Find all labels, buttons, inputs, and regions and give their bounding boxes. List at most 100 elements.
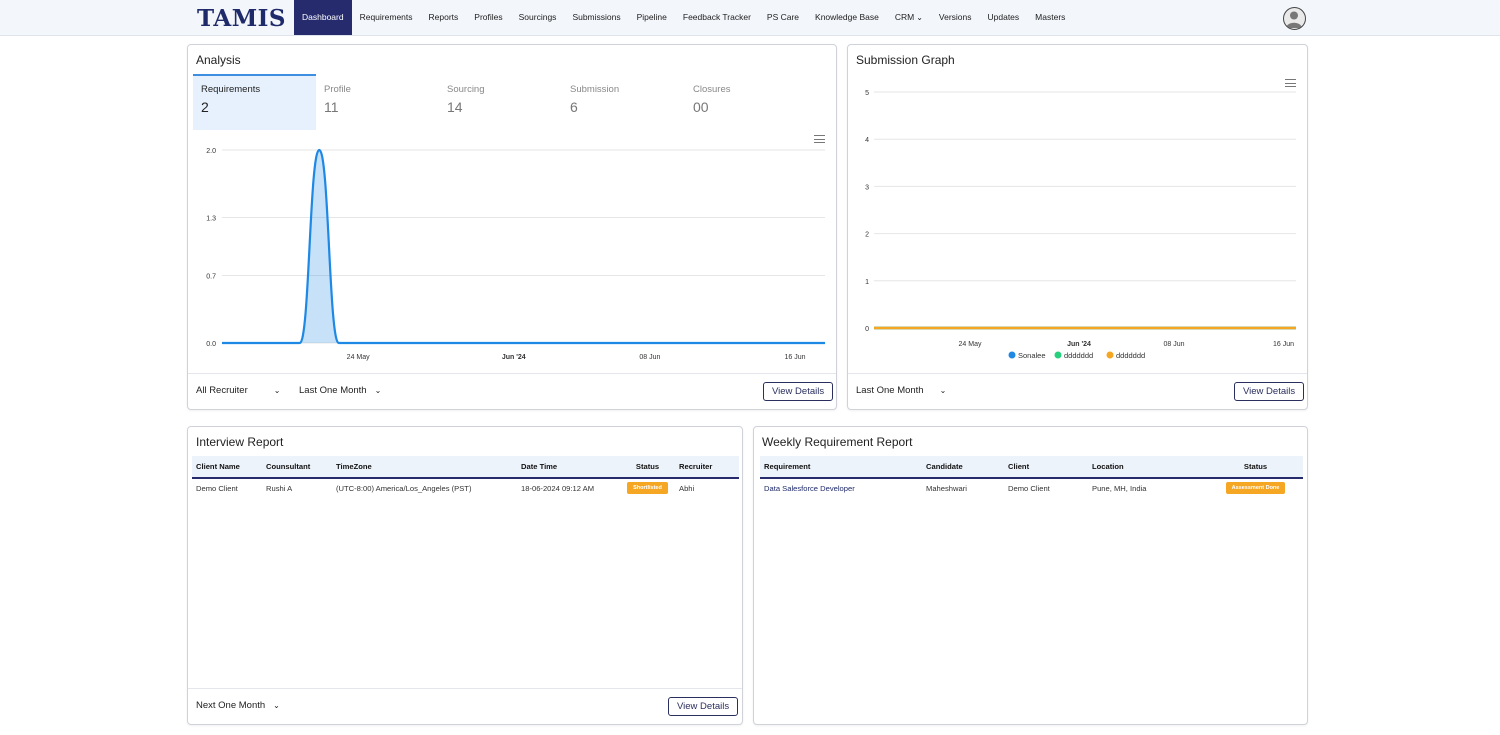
recruiter-select-value: All Recruiter — [196, 385, 248, 396]
nav-item-label: Pipeline — [636, 12, 667, 22]
brand-logo[interactable]: TAMIS — [197, 5, 286, 32]
nav-item-label: PS Care — [766, 12, 800, 22]
cell-candidate: Maheshwari — [926, 483, 967, 493]
nav-item-sourcings[interactable]: Sourcings — [511, 0, 565, 35]
nav-item-pipeline[interactable]: Pipeline — [629, 0, 675, 35]
cell-location: Pune, MH, India — [1092, 483, 1147, 493]
interview-table: Client Name Counsultant TimeZone Date Time S… — [192, 456, 739, 497]
column-header-date-time[interactable]: Date Time — [517, 456, 620, 479]
submission-view-details-button[interactable]: View Details — [1234, 382, 1305, 401]
nav-item-masters[interactable]: Masters — [1027, 0, 1073, 35]
status-badge: Shortlisted — [627, 482, 668, 494]
tab-submission[interactable]: Submission 6 — [562, 74, 685, 130]
column-header-recruiter[interactable]: Recruiter — [675, 456, 739, 479]
x-tick-label: 24 May — [347, 354, 370, 361]
analysis-period-select[interactable]: Last One Month ⌄ — [299, 385, 381, 396]
user-avatar-icon[interactable] — [1283, 7, 1306, 30]
nav-item-feedback-tracker[interactable]: Feedback Tracker — [675, 0, 759, 35]
legend-label: Sonalee — [1018, 351, 1046, 360]
nav-item-knowledge-base[interactable]: Knowledge Base — [807, 0, 887, 35]
y-tick-label: 2.0 — [206, 148, 216, 155]
column-header-client-name[interactable]: Client Name — [192, 456, 262, 479]
area-fill — [222, 150, 825, 343]
nav-item-profiles[interactable]: Profiles — [466, 0, 510, 35]
tab-count: 14 — [447, 99, 463, 115]
analysis-footer: All Recruiter ⌄ Last One Month ⌄ View De… — [188, 373, 836, 409]
column-header-requirement[interactable]: Requirement — [760, 456, 922, 479]
recruiter-select[interactable]: All Recruiter ⌄ — [196, 385, 280, 396]
analysis-view-details-button[interactable]: View Details — [763, 382, 834, 401]
x-tick-label: 16 Jun — [1273, 341, 1294, 348]
cell-client: Demo Client — [1008, 483, 1050, 493]
x-tick-label: Jun '24 — [502, 354, 526, 361]
weekly-report-title: Weekly Requirement Report — [762, 435, 913, 449]
y-tick-label: 0 — [865, 326, 869, 333]
nav-item-requirements[interactable]: Requirements — [352, 0, 421, 35]
interview-view-details-button[interactable]: View Details — [668, 697, 739, 716]
interview-period-select[interactable]: Next One Month ⌄ — [196, 700, 280, 711]
nav-item-label: Feedback Tracker — [682, 12, 751, 22]
chevron-down-icon: ⌄ — [374, 386, 382, 395]
column-header-counsultant[interactable]: Counsultant — [262, 456, 332, 479]
submission-graph-title: Submission Graph — [856, 53, 955, 67]
x-tick-label: 08 Jun — [1163, 341, 1184, 348]
column-header-status[interactable]: Status — [1208, 456, 1303, 479]
main-nav: Dashboard Requirements Reports Profiles Sour… — [294, 0, 1073, 35]
analysis-title: Analysis — [196, 53, 241, 67]
table-row[interactable]: Data Salesforce Developer Maheshwari Demo … — [760, 478, 1303, 497]
nav-item-versions[interactable]: Versions — [931, 0, 980, 35]
x-tick-label: 16 Jun — [785, 354, 806, 361]
status-badge: Assessment Done — [1225, 482, 1286, 494]
tab-sourcing[interactable]: Sourcing 14 — [439, 74, 562, 130]
legend-label: ddddddd — [1064, 351, 1093, 360]
tab-requirements[interactable]: Requirements 2 — [193, 74, 316, 130]
tab-count: 2 — [201, 99, 209, 115]
nav-item-updates[interactable]: Updates — [980, 0, 1028, 35]
analysis-tabs: Requirements 2 Profile 11 Sourcing 14 Submissi… — [193, 74, 808, 130]
column-header-candidate[interactable]: Candidate — [922, 456, 1004, 479]
nav-item-reports[interactable]: Reports — [421, 0, 467, 35]
x-tick-label: 08 Jun — [639, 354, 660, 361]
cell-status: Shortlisted — [620, 478, 675, 497]
analysis-card: Analysis Requirements 2 Profile 11 Sourcing 1… — [187, 44, 837, 410]
submission-period-select[interactable]: Last One Month ⌄ — [856, 385, 946, 396]
x-tick-label: 24 May — [959, 341, 982, 348]
weekly-report-card: Weekly Requirement Report Requirement Can… — [753, 426, 1308, 725]
nav-item-submissions[interactable]: Submissions — [564, 0, 628, 35]
cell-consultant: Rushi A — [266, 483, 293, 493]
nav-item-label: Reports — [428, 12, 459, 22]
nav-item-dashboard[interactable]: Dashboard — [294, 0, 352, 35]
tab-label: Sourcing — [447, 84, 485, 95]
tab-label: Profile — [324, 84, 351, 95]
tab-closures[interactable]: Closures 00 — [685, 74, 808, 130]
interview-period-value: Next One Month — [196, 700, 266, 711]
y-tick-label: 5 — [865, 90, 869, 97]
chevron-down-icon: ⌄ — [916, 13, 923, 22]
y-tick-label: 1 — [865, 279, 869, 286]
chevron-down-icon: ⌄ — [273, 386, 281, 395]
submission-graph-card: Submission Graph 0 1 2 3 4 5 24 May Jun '24 08 J… — [847, 44, 1308, 410]
nav-item-label: Sourcings — [518, 12, 557, 22]
user-silhouette-icon — [1286, 11, 1302, 28]
tab-label: Requirements — [201, 84, 261, 95]
legend-label: ddddddd — [1116, 351, 1145, 360]
table-row[interactable]: Demo Client Rushi A (UTC-8:00) America/Los… — [192, 478, 739, 497]
nav-item-label: Knowledge Base — [815, 12, 879, 22]
analysis-period-value: Last One Month — [299, 385, 367, 396]
tab-profile[interactable]: Profile 11 — [316, 74, 439, 130]
cell-recruiter: Abhi — [679, 483, 695, 493]
submission-period-value: Last One Month — [856, 385, 924, 396]
legend-marker — [1008, 351, 1016, 359]
column-header-client[interactable]: Client — [1004, 456, 1088, 479]
submission-footer: Last One Month ⌄ View Details — [848, 373, 1307, 409]
chevron-down-icon: ⌄ — [939, 386, 947, 395]
cell-client: Demo Client — [196, 483, 238, 493]
column-header-timezone[interactable]: TimeZone — [332, 456, 517, 479]
nav-item-label: Profiles — [474, 12, 503, 22]
nav-item-label: Updates — [987, 12, 1020, 22]
column-header-status[interactable]: Status — [620, 456, 675, 479]
column-header-location[interactable]: Location — [1088, 456, 1208, 479]
submission-chart: 0 1 2 3 4 5 24 May Jun '24 08 Jun 16 Jun Sonalee dd… — [865, 90, 1296, 360]
nav-item-ps-care[interactable]: PS Care — [759, 0, 807, 35]
nav-item-crm[interactable]: CRM ⌄ — [887, 0, 931, 35]
